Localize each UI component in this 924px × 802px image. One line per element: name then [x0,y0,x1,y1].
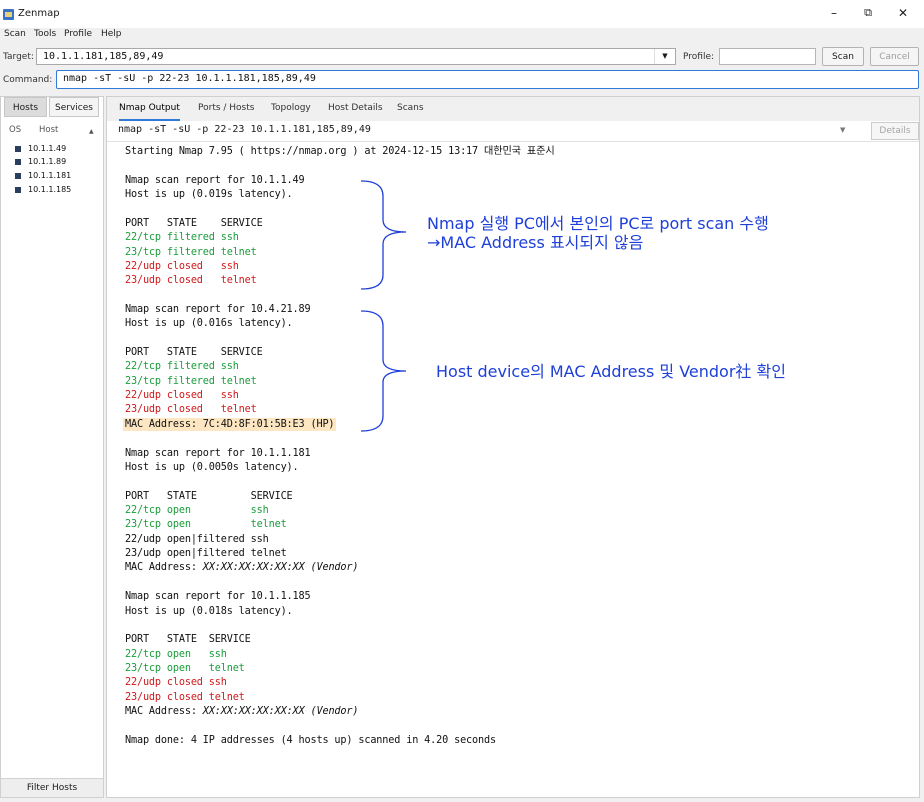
annotation-note-1: Nmap 실행 PC에서 본인의 PC로 port scan 수행 →MAC A… [427,214,769,252]
annotation-note-1-line2: →MAC Address 표시되지 않음 [427,233,644,252]
annotation-bracket-2 [360,310,407,432]
annotation-note-1-line1: Nmap 실행 PC에서 본인의 PC로 port scan 수행 [427,214,769,233]
annotation-brackets [360,180,407,432]
annotation-bracket-1 [360,180,407,290]
annotation-note-2: Host device의 MAC Address 및 Vendor社 확인 [436,362,786,381]
